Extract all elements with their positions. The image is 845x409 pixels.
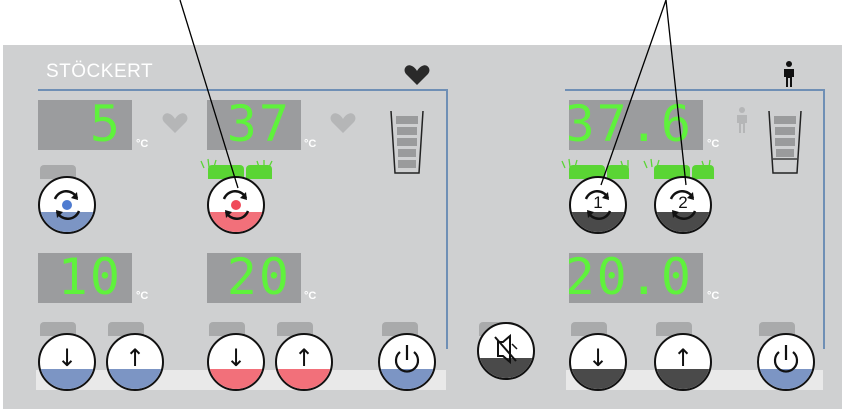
temp-right-up-button[interactable]: ↑ — [654, 333, 712, 391]
heart-icon — [404, 65, 430, 85]
display-left-4: 20 — [207, 253, 301, 303]
temp-1-down-button[interactable]: ↓ — [38, 333, 96, 391]
heart-outline-icon — [330, 113, 356, 133]
display-left-3-value: 10 — [57, 253, 122, 303]
person-outline-icon — [737, 107, 747, 133]
arrow-down-icon: ↓ — [225, 344, 247, 372]
arrow-down-icon: ↓ — [56, 344, 78, 372]
speaker-mute-icon — [494, 333, 518, 365]
pump-1-label: 1 — [593, 193, 603, 212]
display-right-1: 37.6 — [569, 100, 703, 150]
unit-label: °C — [136, 138, 149, 150]
right-frame-top — [565, 89, 825, 91]
power-icon — [394, 345, 420, 373]
level-gauge-icon — [390, 110, 424, 174]
left-frame-right — [446, 89, 448, 349]
display-left-4-value: 20 — [226, 253, 291, 303]
temp-2-up-button[interactable]: ↑ — [275, 333, 333, 391]
person-icon — [784, 61, 794, 87]
arrow-up-icon: ↑ — [293, 344, 315, 372]
right-frame-right — [823, 89, 825, 349]
power-left-button[interactable] — [378, 333, 436, 391]
cycle-blue-button[interactable] — [38, 176, 96, 234]
display-left-1-value: 5 — [89, 100, 122, 150]
unit-label: °C — [304, 138, 317, 150]
cycle-arrows-icon — [53, 190, 81, 220]
display-left-2: 37 — [207, 100, 301, 150]
left-frame-top — [38, 89, 448, 91]
mute-button[interactable] — [477, 322, 535, 380]
power-right-button[interactable] — [757, 333, 815, 391]
arrow-up-icon: ↑ — [124, 344, 146, 372]
display-left-3: 10 — [38, 253, 132, 303]
unit-label: °C — [707, 290, 720, 302]
display-left-1: 5 — [38, 100, 132, 150]
indicator-tab-active — [246, 165, 272, 179]
indicator-tab-active — [692, 165, 714, 179]
pump-2-label: 2 — [678, 193, 688, 212]
arrow-down-icon: ↓ — [587, 344, 609, 372]
pump-1-button[interactable]: 1 — [569, 176, 627, 234]
cycle-red-button[interactable] — [207, 176, 265, 234]
temp-2-down-button[interactable]: ↓ — [207, 333, 265, 391]
display-right-2: 20.0 — [569, 253, 703, 303]
power-icon — [773, 345, 799, 373]
temp-1-up-button[interactable]: ↑ — [106, 333, 164, 391]
brand-logo: STÖCKERT — [46, 61, 154, 82]
unit-label: °C — [707, 138, 720, 150]
unit-label: °C — [136, 290, 149, 302]
arrow-up-icon: ↑ — [672, 344, 694, 372]
pump-2-button[interactable]: 2 — [654, 176, 712, 234]
level-gauge-icon — [768, 110, 802, 174]
indicator-tab-active — [607, 165, 629, 179]
heart-outline-icon — [162, 113, 188, 133]
temp-right-down-button[interactable]: ↓ — [569, 333, 627, 391]
display-left-2-value: 37 — [226, 100, 291, 150]
display-right-2-value: 20.0 — [569, 253, 693, 303]
unit-label: °C — [304, 290, 317, 302]
display-right-1-value: 37.6 — [569, 100, 693, 150]
cycle-arrows-icon — [222, 190, 250, 220]
